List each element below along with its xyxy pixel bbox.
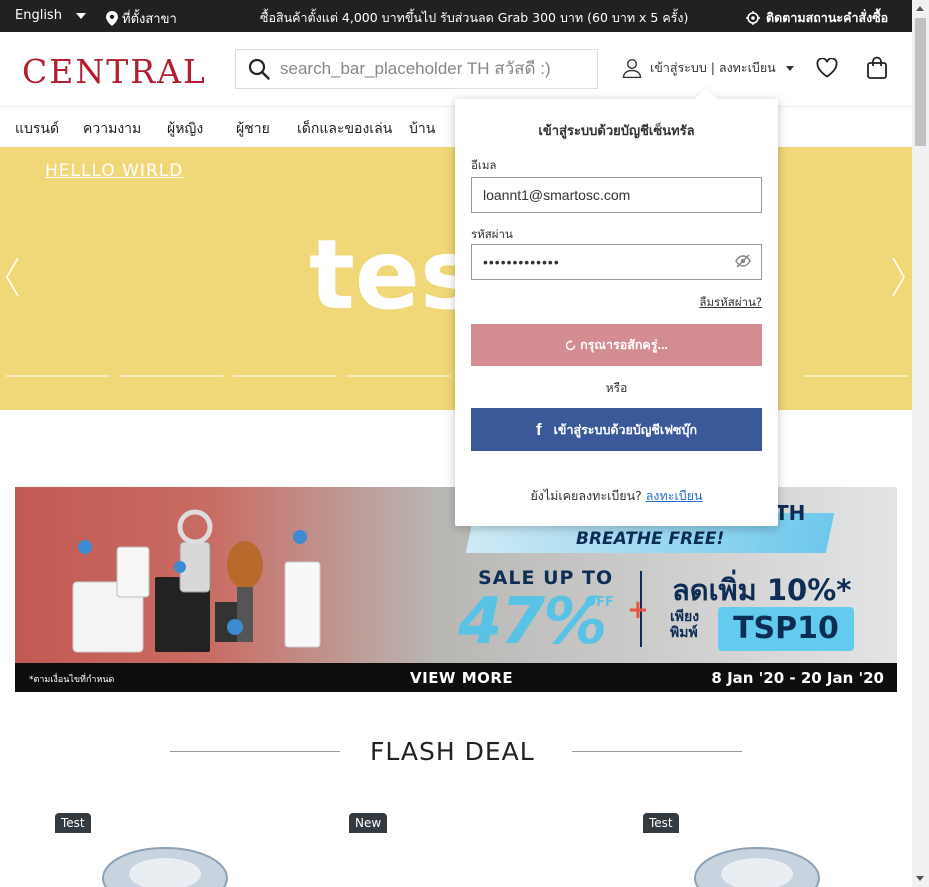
user-icon (622, 58, 642, 78)
store-locator-label: ที่ตั้งสาขา (122, 12, 177, 27)
banner-sale-percent: 47% (458, 585, 607, 659)
divider (572, 751, 742, 752)
search-icon[interactable] (248, 58, 270, 80)
nav-item-brands[interactable]: แบรนด์ (15, 118, 59, 140)
login-waiting-label: กรุณารอสักครู่... (580, 338, 668, 352)
product-badge: Test (643, 813, 679, 833)
login-register-dropdown[interactable]: เข้าสู่ระบบ | ลงทะเบียน (622, 58, 794, 78)
product-image-bath-seat[interactable] (687, 838, 827, 887)
track-order-link[interactable]: ติดตามสถานะคำสั่งซื้อ (746, 8, 888, 28)
track-order-label: ติดตามสถานะคำสั่งซื้อ (766, 10, 889, 25)
spinner-icon (565, 339, 576, 350)
carousel-dot[interactable] (233, 375, 337, 377)
air-purifier-products-image (72, 509, 321, 653)
product-badge: New (349, 813, 388, 833)
view-more-link[interactable]: VIEW MORE (410, 669, 513, 687)
carousel-dot[interactable] (346, 375, 450, 377)
hide-password-eye-icon[interactable] (735, 254, 751, 268)
facebook-login-button[interactable]: f เข้าสู่ระบบด้วยบัญชีเฟซบุ๊ก (471, 408, 762, 451)
wishlist-heart-icon[interactable] (816, 57, 838, 82)
banner-date-range: 8 Jan '20 - 20 Jan '20 (711, 669, 884, 687)
email-label: อีเมล (471, 158, 497, 172)
login-register-label: เข้าสู่ระบบ | ลงทะเบียน (650, 60, 776, 75)
central-logo[interactable]: CENTRAL (22, 52, 207, 91)
password-label: รหัสผ่าน (471, 227, 513, 241)
nav-item-kids-toys[interactable]: เด็กและของเล่น (297, 118, 392, 140)
or-divider-text: หรือ (605, 381, 628, 395)
carousel-next-icon[interactable] (892, 257, 906, 297)
banner-headline-suffix: TH (775, 501, 806, 525)
scrollbar-thumb[interactable] (915, 18, 926, 146)
login-popup-title: เข้าสู่ระบบด้วยบัญชีเซ็นทรัล (538, 124, 695, 139)
nav-item-home[interactable]: บ้าน (409, 118, 435, 140)
search-input[interactable] (280, 59, 585, 79)
forgot-password-link[interactable]: ลืมรหัสผ่าน? (699, 294, 762, 312)
facebook-icon: f (535, 419, 542, 439)
promo-text: ซื้อสินค้าตั้งแต่ 4,000 บาทขึ้นไป รับส่ว… (260, 10, 689, 25)
plus-icon: + (627, 595, 649, 625)
login-popup: เข้าสู่ระบบด้วยบัญชีเซ็นทรัล อีเมล รหัสผ… (455, 87, 778, 526)
carousel-dot[interactable] (119, 375, 223, 377)
password-field[interactable] (471, 244, 762, 280)
scroll-up-icon[interactable] (916, 6, 924, 11)
page-scrollbar[interactable] (912, 0, 929, 887)
register-link[interactable]: ลงทะเบียน (646, 488, 703, 503)
header: CENTRAL เข้าสู่ระบบ | ลงทะเบียน (0, 32, 912, 107)
divider (170, 751, 340, 752)
email-field[interactable] (471, 177, 762, 213)
flash-deal-title: FLASH DEAL (370, 737, 535, 766)
banner-promo-code: TSP10 (718, 607, 854, 651)
banner-breathe-free: BREATHE FREE! (576, 529, 725, 549)
banner-footer: *ตามเงื่อนไขที่กำหนด VIEW MORE 8 Jan '20… (15, 663, 897, 692)
store-locator-link[interactable]: ที่ตั้งสาขา (106, 8, 177, 29)
no-account-text: ยังไม่เคยลงทะเบียน? (530, 488, 642, 503)
hero-big-text: tes (309, 219, 478, 331)
register-prompt: ยังไม่เคยลงทะเบียน? ลงทะเบียน (455, 486, 778, 506)
shopping-bag-icon[interactable] (866, 56, 888, 84)
top-bar: English ที่ตั้งสาขา ซื้อสินค้าตั้งแต่ 4,… (0, 0, 912, 32)
language-label: English (15, 8, 62, 23)
crosshair-icon (746, 11, 760, 25)
product-image-bath-seat[interactable] (95, 838, 235, 887)
chevron-down-icon (785, 65, 794, 71)
banner-footnote: *ตามเงื่อนไขที่กำหนด (29, 675, 115, 685)
nav-item-women[interactable]: ผู้หญิง (167, 118, 203, 140)
carousel-prev-icon[interactable] (5, 257, 19, 297)
location-pin-icon (106, 11, 118, 26)
nav-item-men[interactable]: ผู้ชาย (236, 118, 270, 140)
hero-link[interactable]: HELLLO WIRLD (45, 161, 183, 181)
language-selector[interactable]: English (15, 8, 86, 23)
banner-only-label: เพียง พิมพ์ (670, 609, 700, 641)
carousel-dot[interactable] (804, 375, 908, 377)
banner-sale-off: OFF (585, 595, 614, 610)
nav-item-beauty[interactable]: ความงาม (83, 118, 141, 140)
carousel-dot[interactable] (6, 375, 110, 377)
login-waiting-button[interactable]: กรุณารอสักครู่... (471, 324, 762, 366)
search-bar[interactable] (235, 49, 598, 89)
product-badge: Test (55, 813, 91, 833)
facebook-login-label: เข้าสู่ระบบด้วยบัญชีเฟซบุ๊ก (553, 422, 698, 437)
scroll-down-icon[interactable] (916, 876, 924, 881)
chevron-down-icon (75, 12, 86, 19)
